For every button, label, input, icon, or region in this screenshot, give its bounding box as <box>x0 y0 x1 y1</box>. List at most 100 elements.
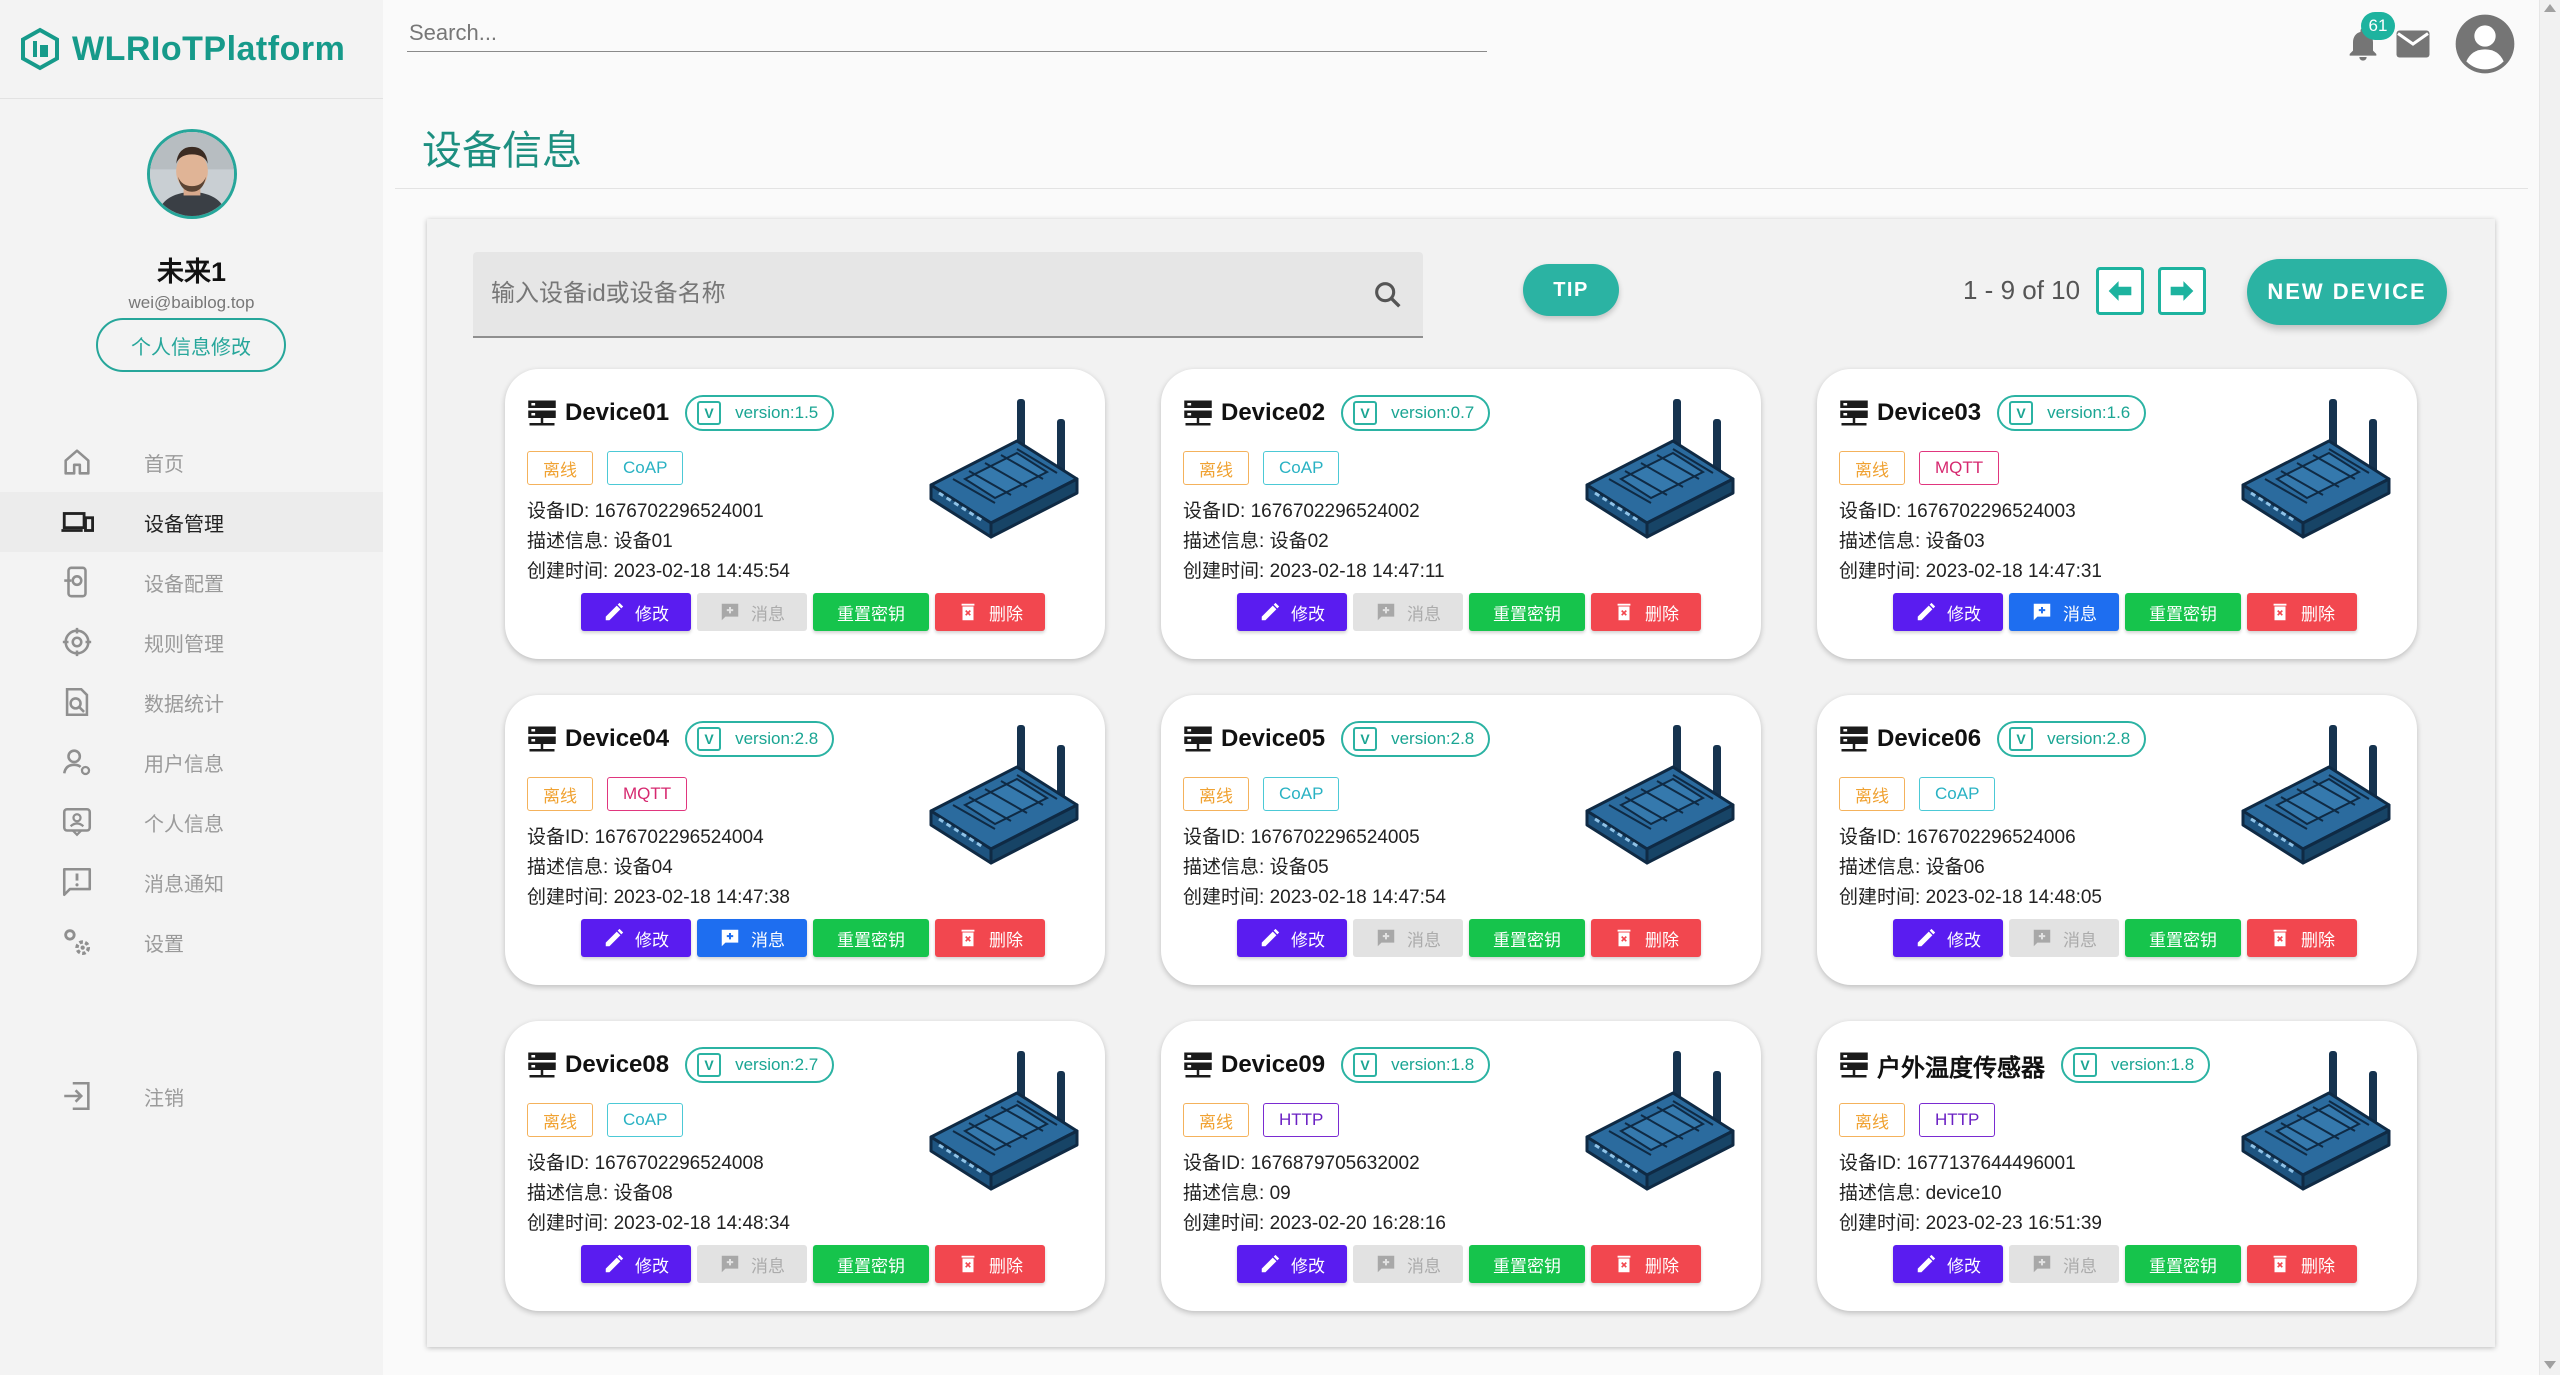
device-card[interactable]: Device03 V version:1.6 离线 MQTT 设备ID: 167… <box>1817 369 2417 659</box>
scroll-up-arrow-icon[interactable] <box>2544 4 2556 12</box>
status-badge: 离线 <box>1183 451 1249 485</box>
sidebar-item-user-info[interactable]: 用户信息 <box>0 732 383 792</box>
edit-profile-button[interactable]: 个人信息修改 <box>96 318 286 372</box>
edit-device-button[interactable]: 修改 <box>581 593 691 631</box>
message-icon <box>2033 929 2051 947</box>
page-scrollbar[interactable] <box>2539 0 2560 1375</box>
delete-device-button[interactable]: 删除 <box>2247 919 2357 957</box>
device-card[interactable]: Device08 V version:2.7 离线 CoAP 设备ID: 167… <box>505 1021 1105 1311</box>
router-icon <box>1585 725 1735 865</box>
reset-key-button[interactable]: 重置密钥 <box>2125 1245 2241 1283</box>
delete-device-button[interactable]: 删除 <box>935 593 1045 631</box>
message-icon <box>2033 603 2051 621</box>
delete-device-button[interactable]: 删除 <box>2247 593 2357 631</box>
sidebar-item-devices[interactable]: 设备管理 <box>0 492 383 552</box>
delete-device-button[interactable]: 删除 <box>1591 1245 1701 1283</box>
message-label: 消息 <box>751 604 785 624</box>
device-tags: 离线 CoAP <box>527 451 684 485</box>
reset-key-button[interactable]: 重置密钥 <box>1469 919 1585 957</box>
next-page-button[interactable] <box>2158 267 2206 315</box>
device-card[interactable]: Device02 V version:0.7 离线 CoAP 设备ID: 167… <box>1161 369 1761 659</box>
sidebar-item-device-config[interactable]: 设备配置 <box>0 552 383 612</box>
edit-device-button[interactable]: 修改 <box>1893 593 2003 631</box>
device-card[interactable]: Device09 V version:1.8 离线 HTTP 设备ID: 167… <box>1161 1021 1761 1311</box>
trash-icon <box>961 1255 975 1273</box>
device-desc-row: 描述信息: 09 <box>1183 1179 1446 1209</box>
search-icon[interactable] <box>1371 278 1405 312</box>
reset-key-button[interactable]: 重置密钥 <box>2125 919 2241 957</box>
device-created-row: 创建时间: 2023-02-18 14:47:54 <box>1183 883 1446 913</box>
device-id-value: 1676702296524001 <box>594 501 764 522</box>
edit-device-button[interactable]: 修改 <box>581 919 691 957</box>
scroll-down-arrow-icon[interactable] <box>2544 1361 2556 1369</box>
edit-device-button[interactable]: 修改 <box>1237 1245 1347 1283</box>
reset-key-button[interactable]: 重置密钥 <box>813 1245 929 1283</box>
tip-button[interactable]: TIP <box>1523 264 1619 316</box>
reset-key-label: 重置密钥 <box>2149 604 2217 624</box>
device-card[interactable]: 户外温度传感器 V version:1.8 离线 HTTP 设备ID: 1677… <box>1817 1021 2417 1311</box>
device-search-input[interactable] <box>491 252 1341 336</box>
sidebar-item-settings[interactable]: 设置 <box>0 912 383 972</box>
device-actions: 修改 消息 重置密钥 删除 <box>1893 919 2357 957</box>
message-device-button[interactable]: 消息 <box>697 593 807 631</box>
device-card-header: Device03 V version:1.6 <box>1839 393 2147 433</box>
device-card[interactable]: Device06 V version:2.8 离线 CoAP 设备ID: 167… <box>1817 695 2417 985</box>
mail-icon[interactable] <box>2395 28 2431 60</box>
edit-device-button[interactable]: 修改 <box>1893 1245 2003 1283</box>
delete-device-button[interactable]: 删除 <box>935 1245 1045 1283</box>
message-device-button[interactable]: 消息 <box>2009 1245 2119 1283</box>
reset-key-button[interactable]: 重置密钥 <box>813 593 929 631</box>
message-device-button[interactable]: 消息 <box>2009 593 2119 631</box>
version-label: version:2.8 <box>2047 729 2131 748</box>
message-label: 消息 <box>751 930 785 950</box>
sidebar-item-home[interactable]: 首页 <box>0 432 383 492</box>
reset-key-button[interactable]: 重置密钥 <box>1469 593 1585 631</box>
pencil-icon <box>605 602 624 621</box>
message-device-button[interactable]: 消息 <box>1353 919 1463 957</box>
delete-device-button[interactable]: 删除 <box>2247 1245 2357 1283</box>
delete-device-button[interactable]: 删除 <box>1591 593 1701 631</box>
device-created-row: 创建时间: 2023-02-18 14:48:05 <box>1839 883 2102 913</box>
new-device-button[interactable]: NEW DEVICE <box>2247 259 2447 325</box>
device-id-label: 设备ID: <box>527 1153 595 1174</box>
sidebar-item-notifications[interactable]: 消息通知 <box>0 852 383 912</box>
delete-device-button[interactable]: 删除 <box>1591 919 1701 957</box>
logout-button[interactable]: 注销 <box>0 1066 383 1126</box>
delete-device-button[interactable]: 删除 <box>935 919 1045 957</box>
previous-page-button[interactable] <box>2096 267 2144 315</box>
sidebar-item-label: 消息通知 <box>144 873 224 896</box>
sidebar-item-personal-info[interactable]: 个人信息 <box>0 792 383 852</box>
message-device-button[interactable]: 消息 <box>697 919 807 957</box>
profile-avatar[interactable] <box>147 129 237 219</box>
edit-device-button[interactable]: 修改 <box>1893 919 2003 957</box>
server-icon <box>1184 400 1212 426</box>
sidebar-item-data-stats[interactable]: 数据统计 <box>0 672 383 732</box>
global-search-input[interactable] <box>407 14 1487 52</box>
device-created-row: 创建时间: 2023-02-18 14:47:38 <box>527 883 790 913</box>
message-device-button[interactable]: 消息 <box>1353 593 1463 631</box>
version-label: version:2.7 <box>735 1055 819 1074</box>
reset-key-button[interactable]: 重置密钥 <box>813 919 929 957</box>
device-actions: 修改 消息 重置密钥 删除 <box>1237 919 1701 957</box>
device-desc-row: 描述信息: 设备05 <box>1183 853 1446 883</box>
device-created-row: 创建时间: 2023-02-23 16:51:39 <box>1839 1209 2102 1239</box>
device-name: Device02 <box>1221 399 1326 426</box>
pencil-icon <box>1261 602 1280 621</box>
device-card[interactable]: Device04 V version:2.8 离线 MQTT 设备ID: 167… <box>505 695 1105 985</box>
edit-device-button[interactable]: 修改 <box>1237 593 1347 631</box>
device-search-field[interactable] <box>473 252 1423 338</box>
device-id-row: 设备ID: 1676702296524003 <box>1839 497 2102 527</box>
edit-device-button[interactable]: 修改 <box>1237 919 1347 957</box>
sidebar-item-rules[interactable]: 规则管理 <box>0 612 383 672</box>
message-device-button[interactable]: 消息 <box>2009 919 2119 957</box>
edit-device-button[interactable]: 修改 <box>581 1245 691 1283</box>
reset-key-button[interactable]: 重置密钥 <box>2125 593 2241 631</box>
message-device-button[interactable]: 消息 <box>697 1245 807 1283</box>
app-logo[interactable]: WLRIoTPlatform <box>18 24 345 74</box>
reset-key-button[interactable]: 重置密钥 <box>1469 1245 1585 1283</box>
device-desc-value: 设备08 <box>613 1183 673 1204</box>
device-card[interactable]: Device01 V version:1.5 离线 CoAP 设备ID: 167… <box>505 369 1105 659</box>
message-device-button[interactable]: 消息 <box>1353 1245 1463 1283</box>
device-card[interactable]: Device05 V version:2.8 离线 CoAP 设备ID: 167… <box>1161 695 1761 985</box>
user-account-icon[interactable] <box>2453 12 2517 76</box>
